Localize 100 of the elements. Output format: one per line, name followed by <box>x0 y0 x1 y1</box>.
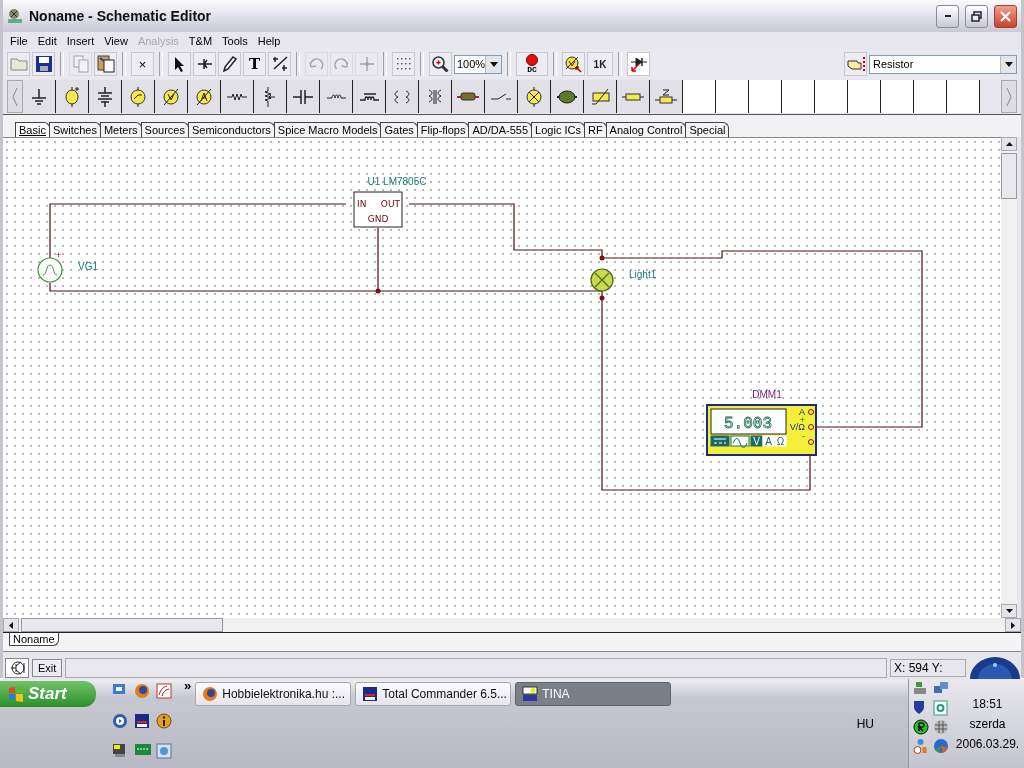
component-button[interactable] <box>56 80 89 113</box>
taskbar-button[interactable]: Total Commander 6.5... <box>355 682 512 706</box>
taskbar-button[interactable]: Hobbielektronika.hu :... <box>195 682 352 706</box>
schematic-mode-button[interactable] <box>5 658 29 678</box>
document-tab[interactable]: Noname <box>9 633 59 646</box>
line-button[interactable] <box>268 52 291 76</box>
component-finder-button[interactable] <box>844 52 867 76</box>
menu-item[interactable]: T&M <box>183 34 218 47</box>
more-button[interactable]: » <box>178 679 196 768</box>
user-icon[interactable] <box>913 738 928 755</box>
component-tab[interactable]: Basic <box>15 122 50 137</box>
media-player-icon[interactable] <box>112 713 128 729</box>
component-tab[interactable]: Analog Control <box>605 122 687 137</box>
component-button[interactable] <box>386 80 419 113</box>
wire-button[interactable] <box>193 52 216 76</box>
pin-label: IN <box>357 199 367 209</box>
component-tab[interactable]: AD/DA-555 <box>468 122 533 137</box>
component-button[interactable] <box>353 80 386 113</box>
component-tab[interactable]: RF <box>583 122 607 137</box>
component-tab[interactable]: Special <box>685 122 730 137</box>
shield-icon[interactable] <box>913 700 925 715</box>
menu-item[interactable]: Help <box>252 34 286 47</box>
grid-button[interactable] <box>392 52 415 76</box>
app-icon <box>7 8 23 24</box>
close-button[interactable] <box>994 4 1017 28</box>
component-tab[interactable]: Semiconductors <box>187 122 275 137</box>
component-button[interactable] <box>419 80 452 113</box>
text-tool-button[interactable]: T <box>243 52 266 76</box>
minimize-button[interactable] <box>936 4 959 28</box>
component-button[interactable] <box>23 80 56 113</box>
mode-button[interactable]: Ω <box>774 435 787 447</box>
terminal-label: - <box>802 431 805 441</box>
component-button[interactable] <box>254 80 287 113</box>
info-icon[interactable] <box>156 713 172 729</box>
r-badge-icon[interactable] <box>913 719 929 735</box>
menu-item[interactable]: File <box>5 34 33 47</box>
voltage-source-icon <box>64 85 80 108</box>
terminal-icon[interactable] <box>112 743 126 758</box>
paste-button[interactable] <box>94 52 117 76</box>
browser-icon[interactable] <box>134 683 150 699</box>
component-tab[interactable]: Sources <box>140 122 189 137</box>
delete-button[interactable]: × <box>131 52 154 76</box>
component-tab[interactable]: Logic ICs <box>531 122 585 137</box>
menu-item[interactable]: Insert <box>61 34 100 47</box>
floppy-icon[interactable] <box>134 713 150 729</box>
component-tab[interactable]: Spice Macro Models <box>273 122 382 137</box>
parameter-button[interactable]: 1K <box>587 52 613 76</box>
meter-button[interactable] <box>562 52 585 76</box>
restore-button[interactable] <box>965 4 988 28</box>
component-button[interactable] <box>287 80 320 113</box>
floppy-icon <box>34 55 53 73</box>
component-button[interactable] <box>518 80 551 113</box>
lamp-symbol <box>590 268 614 292</box>
component-button[interactable] <box>551 80 584 113</box>
select-button[interactable] <box>168 52 191 76</box>
component-tab[interactable]: Gates <box>380 122 418 137</box>
floppy-icon <box>362 686 379 702</box>
component-button[interactable] <box>452 80 485 113</box>
zoom-button[interactable] <box>429 52 452 76</box>
resistor-icon <box>226 92 248 101</box>
component-button[interactable] <box>155 80 188 113</box>
component-dropdown[interactable]: Resistor <box>869 54 1017 74</box>
component-tab[interactable]: Switches <box>48 122 101 137</box>
dc-analysis-button[interactable]: DC <box>516 52 548 76</box>
component-button[interactable] <box>188 80 221 113</box>
pencil-button[interactable] <box>218 52 241 76</box>
network-icon[interactable] <box>933 681 949 694</box>
component-tab[interactable]: Meters <box>99 122 142 137</box>
component-button[interactable] <box>122 80 155 113</box>
menu-item[interactable]: Edit <box>32 34 62 47</box>
component-button[interactable] <box>320 80 353 113</box>
save-button[interactable] <box>32 52 55 76</box>
taskbar-button[interactable]: TINA <box>515 682 672 706</box>
mode-button[interactable]: V <box>750 435 763 447</box>
vertical-scrollbar[interactable] <box>1001 137 1017 618</box>
menu-item[interactable]: View <box>99 34 133 47</box>
terminal-label: + <box>799 415 805 425</box>
menu-item[interactable]: Tools <box>217 34 253 47</box>
horizontal-scrollbar[interactable] <box>3 618 1021 633</box>
component-button[interactable] <box>89 80 122 113</box>
component-button[interactable] <box>584 80 617 113</box>
component-tab[interactable]: Flip-flops <box>416 122 470 137</box>
exit-button[interactable]: Exit <box>32 659 63 677</box>
component-label: VG1 <box>78 261 98 272</box>
component-button[interactable] <box>650 80 683 113</box>
component-button[interactable] <box>617 80 650 113</box>
network-icon[interactable] <box>913 681 927 695</box>
zoom-dropdown[interactable]: 100% <box>454 54 502 74</box>
desktop-icon[interactable] <box>112 683 126 695</box>
scroll-thumb[interactable] <box>1001 153 1017 199</box>
signal-icon[interactable] <box>156 683 172 699</box>
component-button[interactable] <box>485 80 518 113</box>
grid-icon[interactable] <box>933 719 949 735</box>
component-button[interactable] <box>221 80 254 113</box>
polarity-mark: + <box>56 250 62 260</box>
dc-mode-button[interactable] <box>710 435 730 447</box>
scroll-thumb[interactable] <box>21 618 223 632</box>
mode-button[interactable]: A <box>762 435 775 447</box>
diode-button[interactable] <box>627 52 650 76</box>
ac-mode-button[interactable] <box>730 435 750 448</box>
